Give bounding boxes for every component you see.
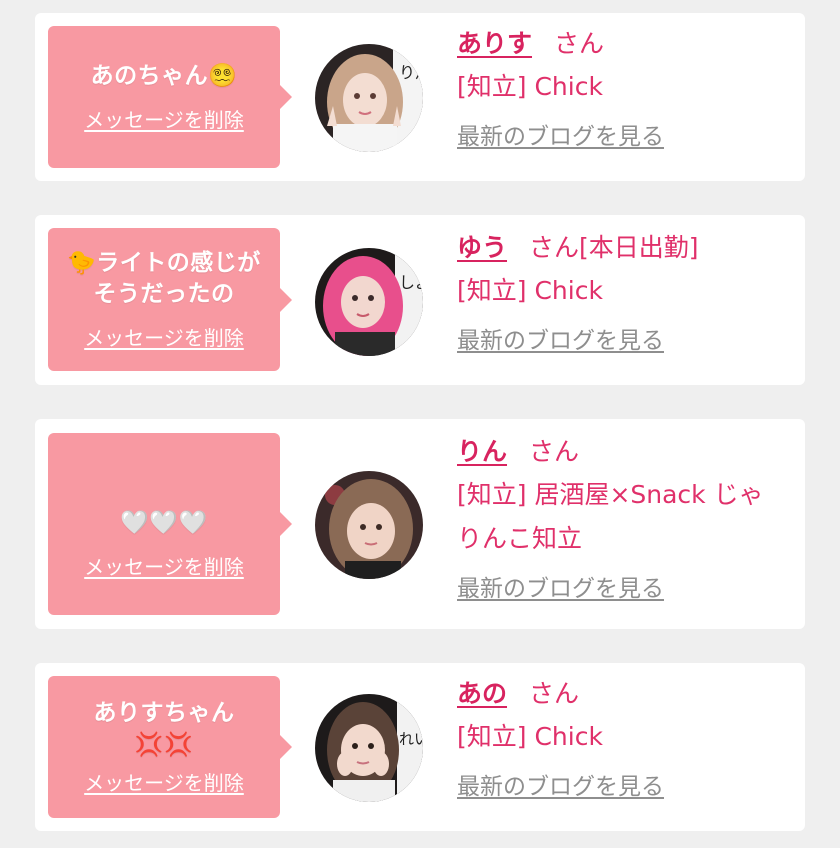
latest-blog-link[interactable]: 最新のブログを見る (457, 117, 664, 151)
message-text: 🤍🤍🤍 (120, 508, 207, 539)
avatar[interactable] (315, 471, 423, 579)
latest-blog-link[interactable]: 最新のブログを見る (457, 569, 664, 603)
message-card: ありすちゃん 💢💢 メッセージを削除 れい あの さん [知立] Chick 最… (35, 663, 805, 831)
message-list: あのちゃん😵‍💫 メッセージを削除 り酒 ありすさん (0, 0, 840, 848)
delete-message-link[interactable]: メッセージを削除 (84, 104, 244, 133)
delete-message-link[interactable]: メッセージを削除 (84, 322, 244, 351)
cast-name-link[interactable]: りん (457, 437, 507, 466)
svg-text:り酒: り酒 (399, 63, 423, 82)
svg-text:れい: れい (399, 730, 423, 748)
message-line: 🐤ライトの感じが (67, 249, 261, 276)
message-text: 🐤ライトの感じが そうだったの (67, 248, 261, 310)
message-line: 💢💢 (134, 731, 194, 758)
honorific: さん (554, 29, 605, 58)
shop-name: [知立] 居酒屋×Snack じゃりんこ知立 (457, 480, 764, 553)
shop-name: [知立] Chick (457, 72, 603, 101)
message-bubble: 🐤ライトの感じが そうだったの メッセージを削除 (48, 228, 292, 371)
cast-info: りん さん [知立] 居酒屋×Snack じゃりんこ知立 最新のブログを見る (457, 435, 787, 603)
message-bubble: あのちゃん😵‍💫 メッセージを削除 (48, 26, 292, 168)
avatar[interactable]: り酒 (315, 44, 423, 152)
avatar[interactable]: れい (315, 694, 423, 802)
honorific: さん[本日出勤] (529, 233, 699, 262)
message-line: 🤍🤍🤍 (120, 509, 208, 536)
message-line: あのちゃん😵‍💫 (90, 62, 238, 89)
name-row: ゆう さん[本日出勤] (457, 231, 787, 265)
name-row: あの さん (457, 677, 787, 711)
cast-info: あの さん [知立] Chick 最新のブログを見る (457, 677, 787, 801)
shop-name: [知立] Chick (457, 722, 603, 751)
message-text: ありすちゃん 💢💢 (94, 698, 235, 760)
name-row: りん さん (457, 435, 787, 469)
cast-info: ありす さん [知立] Chick 最新のブログを見る (457, 27, 787, 151)
latest-blog-link[interactable]: 最新のブログを見る (457, 321, 664, 355)
svg-text:しよ: しよ (399, 273, 423, 292)
cast-name-link[interactable]: ゆう (457, 233, 507, 262)
shop-name: [知立] Chick (457, 276, 603, 305)
avatar[interactable]: しよ (315, 248, 423, 356)
message-card: 🤍🤍🤍 メッセージを削除 りん さん [知立] 居酒屋×Snack じゃりんこ知立 (35, 419, 805, 629)
message-bubble: 🤍🤍🤍 メッセージを削除 (48, 433, 292, 615)
cast-name-link[interactable]: ありす (457, 29, 532, 58)
name-row: ありす さん (457, 27, 787, 61)
delete-message-link[interactable]: メッセージを削除 (84, 551, 244, 580)
message-card: あのちゃん😵‍💫 メッセージを削除 り酒 ありすさん (35, 13, 805, 181)
message-line: ありすちゃん (93, 700, 235, 727)
honorific: さん (529, 679, 580, 708)
message-line: そうだったの (93, 281, 235, 307)
cast-name-link[interactable]: あの (457, 679, 507, 708)
cast-info: ゆう さん[本日出勤] [知立] Chick 最新のブログを見る (457, 231, 787, 355)
message-bubble: ありすちゃん 💢💢 メッセージを削除 (48, 676, 292, 818)
delete-message-link[interactable]: メッセージを削除 (84, 767, 244, 796)
message-text: あのちゃん😵‍💫 (91, 61, 238, 92)
latest-blog-link[interactable]: 最新のブログを見る (457, 767, 664, 801)
message-card: 🐤ライトの感じが そうだったの メッセージを削除 しよ ゆうさん[本日出勤] (35, 215, 805, 385)
honorific: さん (529, 437, 580, 466)
